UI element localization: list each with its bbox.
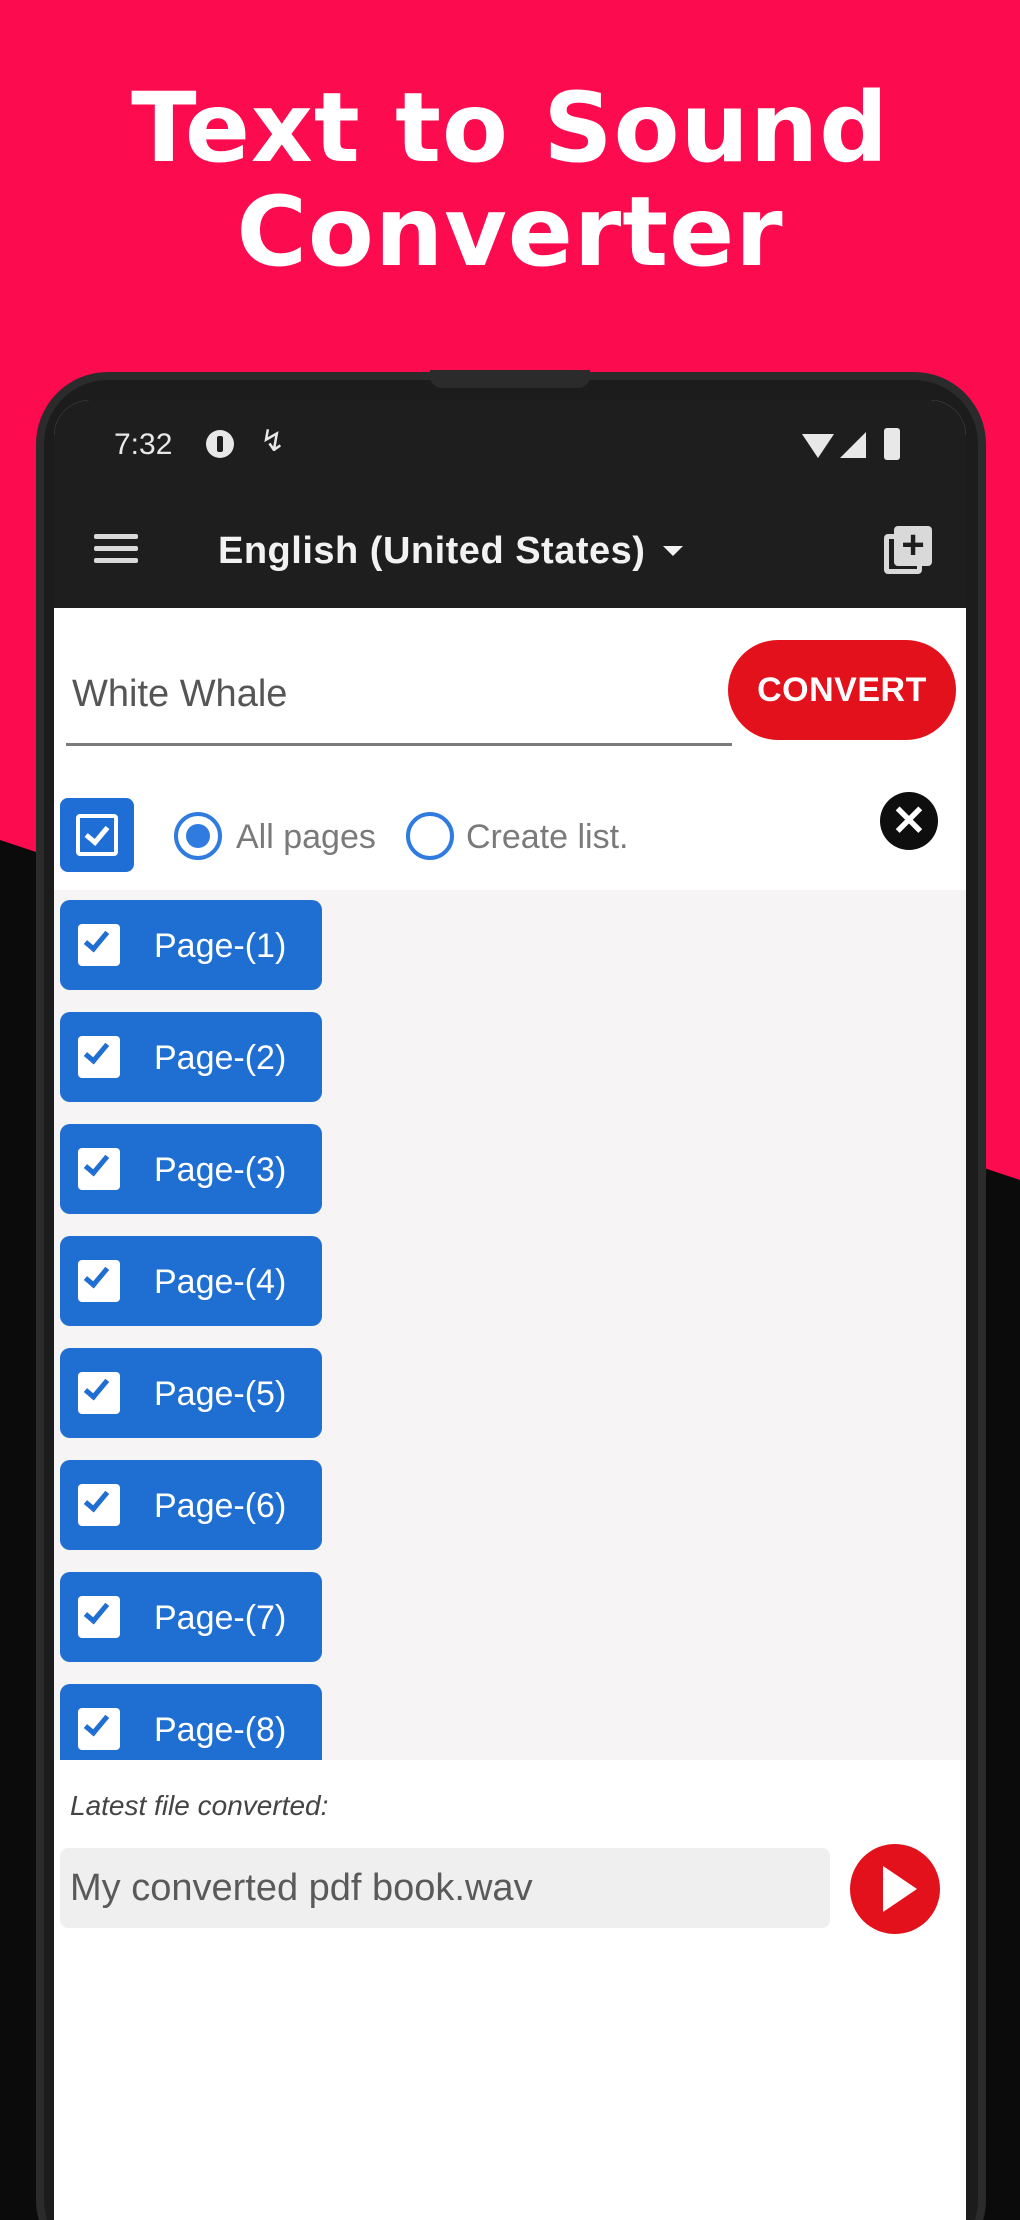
language-dropdown[interactable]: English (United States) bbox=[218, 528, 684, 574]
caret-down-icon bbox=[663, 546, 684, 556]
headline-line-1: Text to Sound bbox=[131, 72, 889, 184]
page-checkbox[interactable] bbox=[78, 1148, 120, 1190]
page-checkbox[interactable] bbox=[78, 1036, 120, 1078]
page-label: Page-(2) bbox=[154, 1039, 287, 1077]
page-item-2[interactable]: Page-(2) bbox=[60, 1012, 322, 1102]
close-icon[interactable]: ✕ bbox=[880, 792, 938, 850]
play-button[interactable] bbox=[850, 1844, 940, 1934]
promo-headline: Text to Sound Converter bbox=[0, 76, 1020, 284]
page-label: Page-(1) bbox=[154, 927, 287, 965]
add-document-icon[interactable]: + bbox=[884, 525, 932, 574]
page-label: Page-(4) bbox=[154, 1263, 287, 1301]
page-item-5[interactable]: Page-(5) bbox=[60, 1348, 322, 1438]
status-time: 7:32 bbox=[114, 428, 173, 461]
convert-button[interactable]: CONVERT bbox=[728, 640, 956, 740]
page-item-1[interactable]: Page-(1) bbox=[60, 900, 322, 990]
page-label: Page-(5) bbox=[154, 1375, 287, 1413]
page-item-4[interactable]: Page-(4) bbox=[60, 1236, 322, 1326]
page-label: Page-(3) bbox=[154, 1151, 287, 1189]
page-checkbox[interactable] bbox=[78, 924, 120, 966]
latest-file-label: Latest file converted: bbox=[70, 1790, 329, 1821]
page-checkbox[interactable] bbox=[78, 1484, 120, 1526]
page-checkbox[interactable] bbox=[78, 1708, 120, 1750]
all-pages-label: All pages bbox=[236, 818, 376, 856]
create-list-label: Create list. bbox=[466, 818, 629, 856]
text-input[interactable]: White Whale bbox=[66, 664, 732, 746]
page-label: Page-(8) bbox=[154, 1711, 287, 1749]
page-label: Page-(7) bbox=[154, 1599, 287, 1637]
signal-icon bbox=[840, 432, 866, 458]
page-checkbox[interactable] bbox=[78, 1596, 120, 1638]
page-item-8[interactable]: Page-(8) bbox=[60, 1684, 322, 1760]
play-icon bbox=[883, 1866, 917, 1912]
phone-speaker bbox=[430, 370, 590, 388]
status-bar: 7:32 ↯ bbox=[54, 400, 966, 490]
page-item-6[interactable]: Page-(6) bbox=[60, 1460, 322, 1550]
page-checkbox[interactable] bbox=[78, 1260, 120, 1302]
selection-row: All pages Create list. ✕ bbox=[54, 792, 966, 892]
language-label: English (United States) bbox=[218, 529, 646, 572]
select-all-checkbox[interactable] bbox=[60, 798, 134, 872]
notification-icon bbox=[206, 430, 234, 458]
charging-icon: ↯ bbox=[260, 425, 286, 458]
create-list-radio[interactable] bbox=[406, 812, 454, 860]
wifi-icon bbox=[802, 434, 834, 458]
app-bar: English (United States) + bbox=[54, 490, 966, 608]
app-screen: 7:32 ↯ English (United States) + White W… bbox=[54, 400, 966, 2220]
page-item-7[interactable]: Page-(7) bbox=[60, 1572, 322, 1662]
headline-line-2: Converter bbox=[236, 176, 784, 288]
page-item-3[interactable]: Page-(3) bbox=[60, 1124, 322, 1214]
pages-list: Page-(1) Page-(2) Page-(3) Page-(4) Page… bbox=[54, 890, 966, 1760]
battery-icon bbox=[884, 428, 900, 460]
page-label: Page-(6) bbox=[154, 1487, 287, 1525]
all-pages-radio[interactable] bbox=[174, 812, 222, 860]
hamburger-menu-icon[interactable] bbox=[94, 534, 138, 564]
latest-file-name[interactable]: My converted pdf book.wav bbox=[60, 1848, 830, 1928]
page-checkbox[interactable] bbox=[78, 1372, 120, 1414]
